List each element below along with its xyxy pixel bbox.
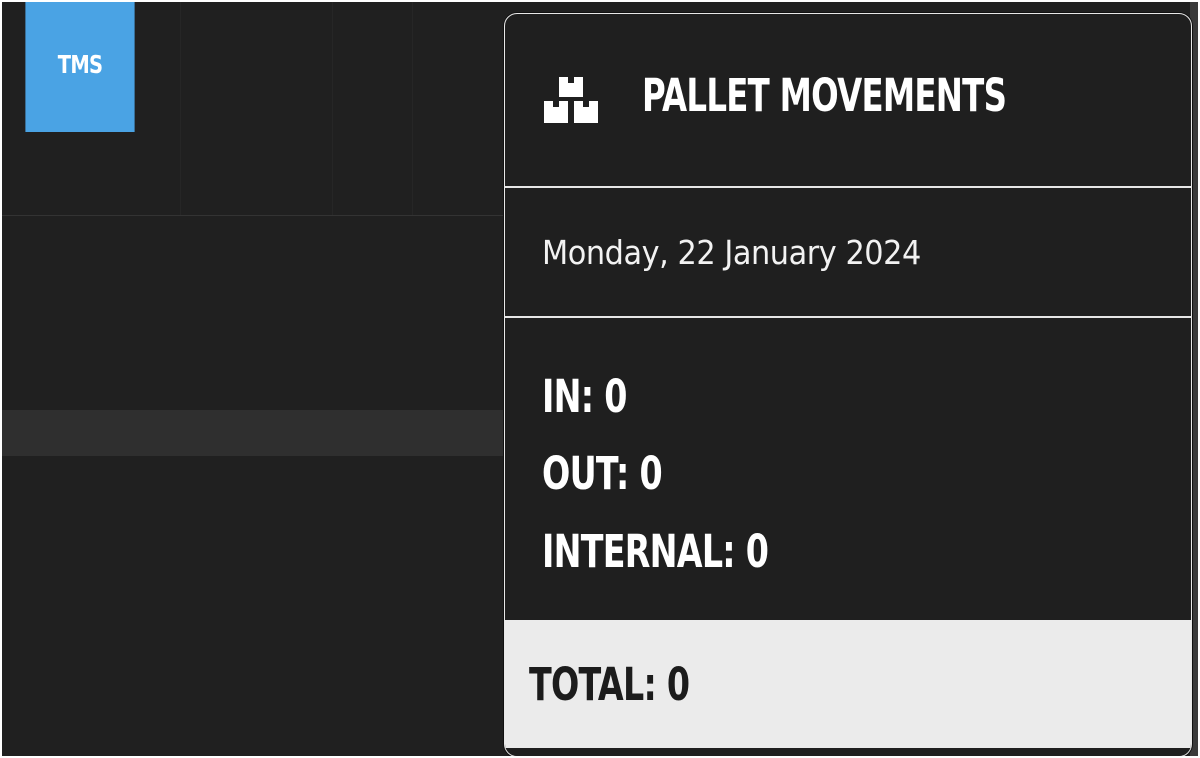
panel-bottom-edge — [505, 748, 1191, 756]
stat-internal: INTERNAL: 0 — [542, 525, 769, 578]
app-window: TMS PALLET MOVEMENTS Monday, 22 January … — [2, 2, 1198, 756]
movement-stats: IN: 0 OUT: 0 INTERNAL: 0 — [505, 318, 1191, 620]
pallet-boxes-icon — [544, 77, 598, 123]
app-logo[interactable]: TMS — [25, 2, 135, 132]
background-column-divider — [180, 2, 181, 215]
pallet-movements-panel: PALLET MOVEMENTS Monday, 22 January 2024… — [504, 13, 1192, 756]
panel-header: PALLET MOVEMENTS — [505, 14, 1191, 188]
total-bar: TOTAL: 0 — [505, 620, 1191, 748]
current-date: Monday, 22 January 2024 — [542, 233, 921, 272]
panel-title: PALLET MOVEMENTS — [642, 69, 1007, 122]
stat-out: OUT: 0 — [542, 447, 663, 500]
stat-in: IN: 0 — [542, 370, 627, 423]
stat-total: TOTAL: 0 — [529, 658, 690, 711]
background-column-divider — [332, 2, 333, 215]
date-row: Monday, 22 January 2024 — [505, 188, 1191, 318]
app-logo-text: TMS — [57, 50, 103, 79]
background-column-divider — [412, 2, 413, 215]
